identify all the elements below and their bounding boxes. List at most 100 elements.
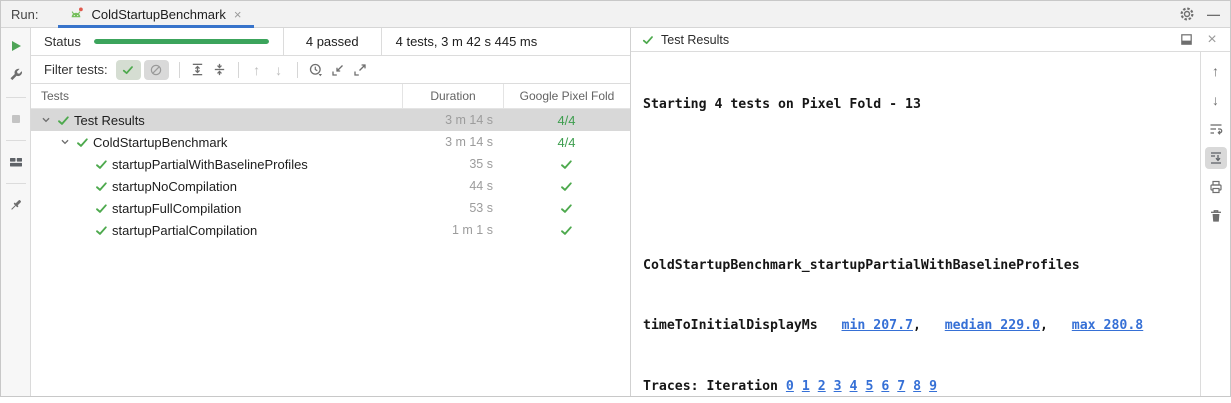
- test-name-label: startupPartialCompilation: [112, 223, 257, 238]
- device-result: [503, 179, 630, 194]
- show-ignored-toggle[interactable]: [144, 60, 169, 80]
- close-console-icon[interactable]: ×: [1202, 31, 1222, 49]
- test-passed-check-icon: [559, 223, 574, 238]
- table-row[interactable]: startupPartialCompilation 1 m 1 s: [31, 219, 630, 241]
- stop-button: [5, 108, 27, 130]
- layout-settings-icon[interactable]: [5, 151, 27, 173]
- tests-summary: 4 tests, 3 m 42 s 445 ms: [382, 34, 552, 49]
- tests-panel: Status 4 passed 4 tests, 3 m 42 s 445 ms…: [31, 28, 631, 396]
- android-benchmark-icon: [68, 6, 84, 22]
- trace-iteration-link[interactable]: 6: [881, 379, 889, 394]
- column-header-tests[interactable]: Tests: [31, 89, 402, 103]
- tab-close-icon[interactable]: ×: [233, 8, 243, 21]
- next-failed-test-icon: ↓: [268, 60, 290, 80]
- chevron-down-icon[interactable]: [37, 112, 54, 128]
- soft-wrap-icon[interactable]: [1205, 118, 1227, 140]
- down-stacktrace-icon[interactable]: ↓: [1205, 89, 1227, 111]
- trace-iteration-link[interactable]: 9: [929, 379, 937, 394]
- trace-iteration-link[interactable]: 4: [850, 379, 858, 394]
- test-duration: 3 m 14 s: [402, 135, 503, 149]
- trace-iteration-link[interactable]: 8: [913, 379, 921, 394]
- test-passed-check-icon: [559, 179, 574, 194]
- scroll-to-end-icon[interactable]: [1205, 147, 1227, 169]
- export-test-results-icon[interactable]: [349, 60, 371, 80]
- progress-fill: [94, 39, 269, 44]
- device-result: 4/4: [503, 113, 630, 128]
- toolbar-separator: [6, 97, 26, 98]
- filter-toolbar: Filter tests:: [31, 56, 630, 84]
- tests-tree: Test Results 3 m 14 s 4/4 ColdStartupBen…: [31, 109, 630, 396]
- hide-toolwindow-icon[interactable]: —: [1207, 7, 1220, 22]
- test-duration: 1 m 1 s: [402, 223, 503, 237]
- wrench-icon[interactable]: [5, 65, 27, 87]
- toolbar-separator: [6, 183, 26, 184]
- test-duration: 35 s: [402, 157, 503, 171]
- collapse-all-icon[interactable]: [209, 60, 231, 80]
- table-row[interactable]: ColdStartupBenchmark 3 m 14 s 4/4: [31, 131, 630, 153]
- pin-icon[interactable]: [5, 194, 27, 216]
- status-bar: Status 4 passed 4 tests, 3 m 42 s 445 ms: [31, 28, 630, 56]
- test-passed-check-icon: [92, 156, 110, 172]
- trace-iteration-link[interactable]: 1: [802, 379, 810, 394]
- test-passed-check-icon: [559, 157, 574, 172]
- traces-line: Traces: Iteration 0 1 2 3 4 5 6 7 8 9: [643, 377, 1200, 397]
- trace-iteration-link[interactable]: 2: [818, 379, 826, 394]
- test-name-label: startupFullCompilation: [112, 201, 241, 216]
- console-blank-line: [643, 155, 1200, 175]
- column-header-device[interactable]: Google Pixel Fold: [503, 84, 630, 108]
- table-row[interactable]: Test Results 3 m 14 s 4/4: [31, 109, 630, 131]
- previous-failed-test-icon: ↑: [246, 60, 268, 80]
- benchmark-result-block: ColdStartupBenchmark_startupPartialWithB…: [643, 216, 1200, 396]
- up-stacktrace-icon[interactable]: ↑: [1205, 60, 1227, 82]
- benchmark-metric-line: timeToInitialDisplayMs min 207.7, median…: [643, 316, 1200, 336]
- status-label: Status: [44, 34, 81, 49]
- test-passed-check-icon: [54, 112, 72, 128]
- device-result: 4/4: [503, 135, 630, 150]
- test-name-label: startupPartialWithBaselineProfiles: [112, 157, 308, 172]
- trace-iteration-link[interactable]: 0: [786, 379, 794, 394]
- trace-iteration-link[interactable]: 7: [897, 379, 905, 394]
- trace-iteration-link[interactable]: 5: [865, 379, 873, 394]
- expand-all-icon[interactable]: [187, 60, 209, 80]
- toolbar-separator: [238, 62, 239, 78]
- tests-table-header: Tests Duration Google Pixel Fold: [31, 84, 630, 109]
- column-header-duration[interactable]: Duration: [402, 84, 503, 108]
- run-toolwindow-titlebar: Run: ColdStartupBenchmark × —: [1, 1, 1230, 28]
- rerun-tests-button[interactable]: [5, 35, 27, 57]
- test-progress-bar: [94, 39, 269, 44]
- print-icon[interactable]: [1205, 176, 1227, 198]
- import-test-results-icon[interactable]: [327, 60, 349, 80]
- trace-iteration-link[interactable]: 3: [834, 379, 842, 394]
- test-name-label: startupNoCompilation: [112, 179, 237, 194]
- run-tool-window: Run: ColdStartupBenchmark × —: [0, 0, 1231, 397]
- maximize-panel-icon[interactable]: [1176, 31, 1196, 49]
- gear-icon[interactable]: [1179, 6, 1195, 22]
- filter-tests-label: Filter tests:: [44, 62, 108, 77]
- run-left-toolbar: [1, 28, 31, 396]
- device-result: [503, 223, 630, 238]
- tab-coldstartupbenchmark[interactable]: ColdStartupBenchmark ×: [58, 1, 254, 27]
- table-row[interactable]: startupNoCompilation 44 s: [31, 175, 630, 197]
- test-passed-check-icon: [92, 200, 110, 216]
- console-header: Test Results ×: [631, 28, 1230, 52]
- max-value-link[interactable]: max 280.8: [1072, 318, 1143, 333]
- min-value-link[interactable]: min 207.7: [842, 318, 913, 333]
- run-label: Run:: [11, 7, 38, 22]
- test-name-label: ColdStartupBenchmark: [93, 135, 227, 150]
- show-passed-toggle[interactable]: [116, 60, 141, 80]
- device-result: [503, 201, 630, 216]
- test-passed-check-icon: [559, 201, 574, 216]
- metric-label: timeToInitialDisplayMs: [643, 318, 818, 333]
- device-result: [503, 157, 630, 172]
- test-output-console[interactable]: Starting 4 tests on Pixel Fold - 13 Cold…: [631, 52, 1200, 396]
- test-passed-check-icon: [92, 178, 110, 194]
- test-passed-check-icon: [92, 222, 110, 238]
- table-row[interactable]: startupFullCompilation 53 s: [31, 197, 630, 219]
- median-value-link[interactable]: median 229.0: [945, 318, 1040, 333]
- clear-console-trash-icon[interactable]: [1205, 205, 1227, 227]
- toolbar-separator: [179, 62, 180, 78]
- test-history-clock-icon[interactable]: [305, 60, 327, 80]
- toolbar-separator: [6, 140, 26, 141]
- chevron-down-icon[interactable]: [56, 134, 73, 150]
- table-row[interactable]: startupPartialWithBaselineProfiles 35 s: [31, 153, 630, 175]
